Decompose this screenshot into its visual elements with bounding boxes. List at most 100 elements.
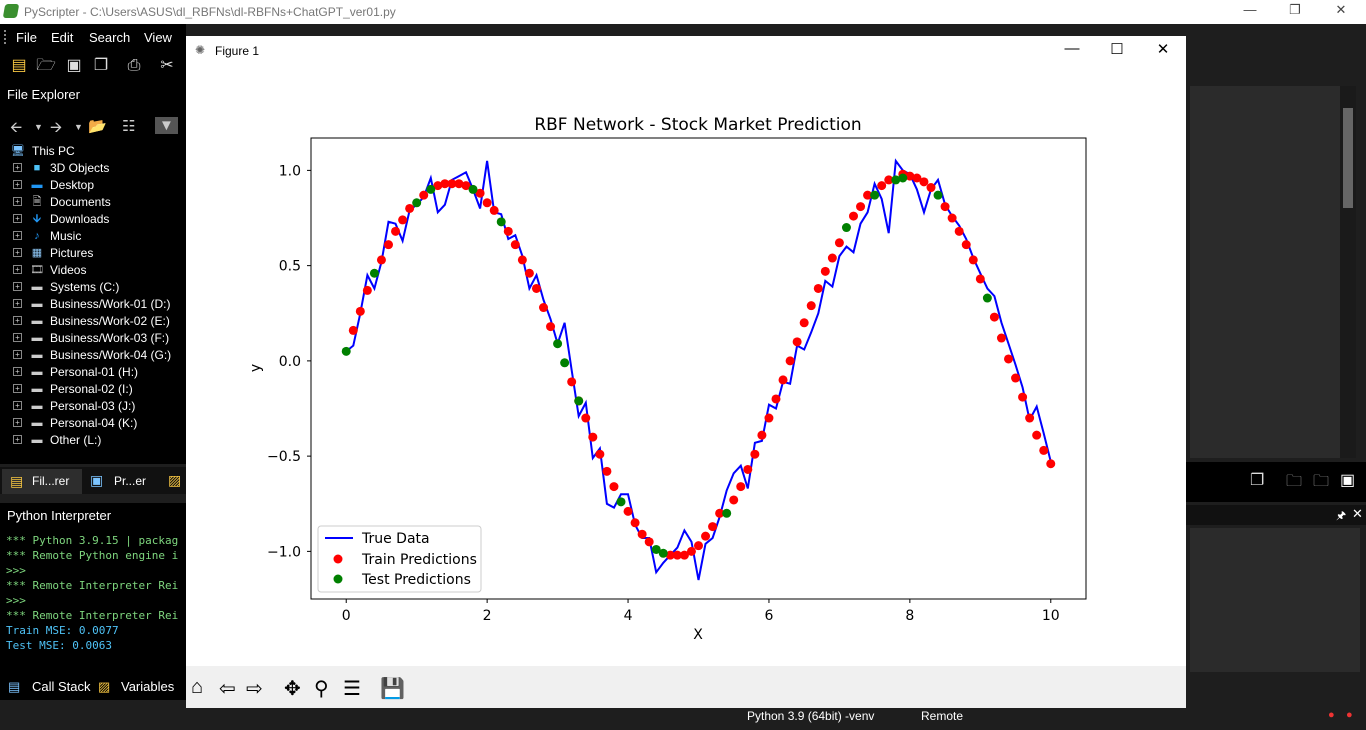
expand-icon[interactable]: + <box>13 163 22 172</box>
menu-view[interactable]: View <box>144 30 172 45</box>
chevron-down-icon[interactable]: ▼ <box>34 122 43 132</box>
tab-variables[interactable]: Variables <box>121 679 174 694</box>
expand-icon[interactable]: + <box>13 282 22 291</box>
tree-item-drive-i[interactable]: + ▬ Personal-02 (I:) <box>0 381 186 398</box>
menu-search[interactable]: Search <box>89 30 130 45</box>
maximize-panel-icon[interactable]: ▣ <box>1340 470 1355 490</box>
file-explorer-header: File Explorer <box>0 82 186 108</box>
forward-icon[interactable]: ⇨ <box>246 676 263 701</box>
figure-maximize-button[interactable]: ☐ <box>1094 40 1140 58</box>
expand-icon[interactable]: + <box>13 418 22 427</box>
tree-item-drive-e[interactable]: + ▬ Business/Work-02 (E:) <box>0 313 186 330</box>
open-file-icon[interactable]: 🗁 <box>35 56 57 76</box>
tree-item-drive-d[interactable]: + ▬ Business/Work-01 (D:) <box>0 296 186 313</box>
call-stack-icon: ▤ <box>8 679 21 694</box>
test-point <box>574 396 584 406</box>
save-all-icon[interactable]: ❐ <box>90 56 112 76</box>
expand-icon[interactable]: + <box>13 367 22 376</box>
status-python-version[interactable]: Python 3.9 (64bit) -venv <box>747 709 874 723</box>
tree-item-downloads[interactable]: + 🡫 Downloads <box>0 211 186 228</box>
expand-icon[interactable]: + <box>13 248 22 257</box>
expand-icon[interactable]: + <box>13 316 22 325</box>
expand-icon[interactable]: + <box>13 435 22 444</box>
expand-icon[interactable]: + <box>13 384 22 393</box>
interpreter-console[interactable]: *** Python 3.9.15 | packag *** Remote Py… <box>0 528 186 673</box>
test-point <box>933 190 943 200</box>
status-mode[interactable]: Remote <box>921 709 963 723</box>
expand-icon[interactable]: + <box>13 350 22 359</box>
editor-scrollbar[interactable] <box>1340 86 1356 458</box>
filter-icon[interactable]: ▼ <box>155 117 178 134</box>
save-icon[interactable]: 💾 <box>380 676 405 701</box>
variables-icon: ▨ <box>98 679 111 694</box>
tree-item-videos[interactable]: + 🎞 Videos <box>0 262 186 279</box>
scrollbar-thumb[interactable] <box>1343 108 1353 208</box>
tree-item-documents[interactable]: + 🗎 Documents <box>0 194 186 211</box>
editor-pane[interactable] <box>1190 86 1340 458</box>
tree-item-pictures[interactable]: + ▦ Pictures <box>0 245 186 262</box>
download-icon: 🡫 <box>33 213 41 225</box>
expand-icon[interactable]: + <box>13 265 22 274</box>
tab-project-explorer[interactable]: ▣ Pr...er <box>84 469 164 494</box>
expand-icon[interactable]: + <box>13 299 22 308</box>
train-point <box>567 377 577 387</box>
train-point <box>637 529 647 539</box>
back-folder-icon[interactable]: 🗀 <box>1286 470 1302 497</box>
tab-more[interactable]: ▨ <box>166 469 186 494</box>
tree-item-this-pc[interactable]: 🖥 This PC <box>0 143 186 160</box>
configure-icon[interactable]: ☰ <box>343 676 361 701</box>
y-tick-label: −1.0 <box>267 544 301 560</box>
figure-toolbar: ⌂ ⇦ ⇨ ✥ ⚲ ☰ 💾 <box>186 666 1186 708</box>
minimize-button[interactable]: — <box>1227 2 1273 17</box>
forward-folder-icon[interactable]: 🗀 <box>1313 470 1329 497</box>
open-folder-icon[interactable]: 📂 <box>88 117 107 135</box>
forward-icon[interactable]: 🡪 <box>50 117 62 142</box>
tree-item-label: Business/Work-03 (F:) <box>50 331 170 345</box>
tree-item-3d-objects[interactable]: + ■ 3D Objects <box>0 160 186 177</box>
close-panel-icon[interactable]: ✕ <box>1352 506 1363 522</box>
expand-icon[interactable]: + <box>13 180 22 189</box>
tree-item-drive-h[interactable]: + ▬ Personal-01 (H:) <box>0 364 186 381</box>
tree-item-drive-k[interactable]: + ▬ Personal-04 (K:) <box>0 415 186 432</box>
train-point <box>820 266 830 276</box>
figure-title: Figure 1 <box>215 44 260 58</box>
expand-icon[interactable]: + <box>13 333 22 342</box>
pin-icon[interactable]: 🖈 <box>1336 507 1346 526</box>
figure-minimize-button[interactable]: — <box>1049 40 1095 57</box>
back-icon[interactable]: ⇦ <box>219 676 236 701</box>
home-icon[interactable]: ⌂ <box>191 676 203 699</box>
figure-close-button[interactable]: ✕ <box>1140 40 1186 58</box>
tree-view-icon[interactable]: ☷ <box>122 117 135 135</box>
save-file-icon[interactable]: ▣ <box>63 56 85 76</box>
tab-label: Pr...er <box>114 474 147 488</box>
expand-icon[interactable]: + <box>13 401 22 410</box>
tree-item-drive-l[interactable]: + ▬ Other (L:) <box>0 432 186 449</box>
train-point <box>398 215 408 225</box>
tree-item-drive-j[interactable]: + ▬ Personal-03 (J:) <box>0 398 186 415</box>
cut-icon[interactable]: ✂ <box>156 56 178 76</box>
expand-icon[interactable]: + <box>13 231 22 240</box>
tree-item-desktop[interactable]: + ▬ Desktop <box>0 177 186 194</box>
back-icon[interactable]: 🡨 <box>10 117 22 142</box>
window-icon[interactable]: ❐ <box>1250 470 1264 490</box>
train-point <box>771 394 781 404</box>
print-icon[interactable]: ⎙ <box>123 56 145 76</box>
pan-icon[interactable]: ✥ <box>284 676 301 701</box>
menu-file[interactable]: File <box>16 30 37 45</box>
expand-icon[interactable]: + <box>13 197 22 206</box>
expand-icon[interactable]: + <box>13 214 22 223</box>
x-tick-label: 6 <box>764 608 773 624</box>
tree-item-drive-f[interactable]: + ▬ Business/Work-03 (F:) <box>0 330 186 347</box>
tree-item-drive-c[interactable]: + ▬ Systems (C:) <box>0 279 186 296</box>
tree-item-drive-g[interactable]: + ▬ Business/Work-04 (G:) <box>0 347 186 364</box>
tree-item-music[interactable]: + ♪ Music <box>0 228 186 245</box>
zoom-icon[interactable]: ⚲ <box>314 676 329 701</box>
menu-edit[interactable]: Edit <box>51 30 73 45</box>
chevron-down-icon[interactable]: ▼ <box>74 122 83 132</box>
train-point <box>729 495 739 505</box>
close-button[interactable]: ✕ <box>1318 2 1364 18</box>
new-file-icon[interactable]: ▤ <box>8 56 30 76</box>
tab-file-explorer[interactable]: ▤ Fil...rer <box>2 469 82 494</box>
tab-call-stack[interactable]: Call Stack <box>32 679 91 694</box>
restore-button[interactable]: ❐ <box>1272 2 1318 18</box>
